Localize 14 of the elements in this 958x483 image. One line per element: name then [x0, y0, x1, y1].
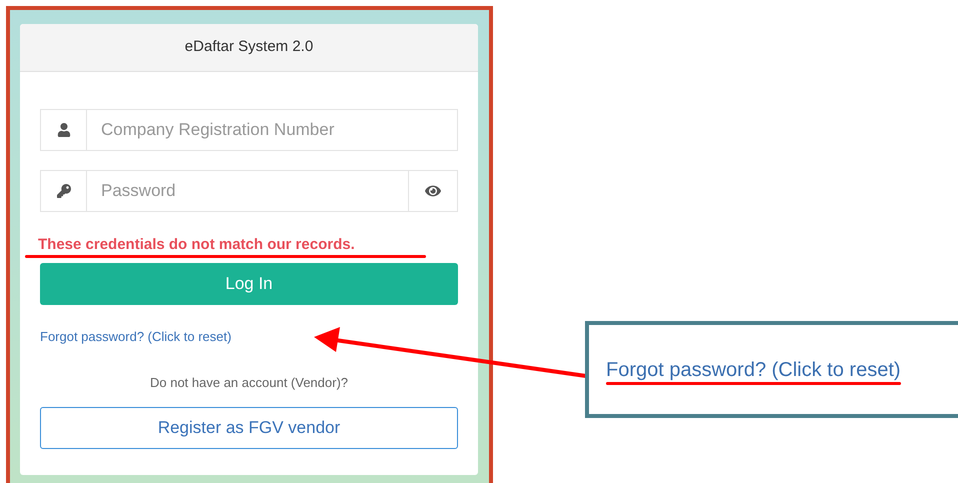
error-message: These credentials do not match our records. — [38, 235, 355, 255]
eye-icon — [425, 183, 441, 199]
key-icon — [56, 184, 70, 198]
registration-number-field[interactable]: Company Registration Number — [87, 110, 457, 150]
register-prompt: Do not have an account (Vendor)? — [150, 374, 348, 392]
forgot-password-link[interactable]: Forgot password? (Click to reset) — [606, 359, 901, 381]
password-field[interactable]: Password — [87, 171, 408, 211]
input-group[interactable]: Company Registration Number — [40, 109, 458, 151]
register-button[interactable]: Register as FGV vendor — [40, 406, 458, 448]
login-button[interactable]: Log In — [40, 263, 458, 305]
card-title: eDaftar System 2.0 — [184, 37, 314, 58]
forgot-password-link[interactable]: Forgot password? (Click to reset) — [40, 327, 232, 345]
input-group[interactable]: Password — [40, 170, 458, 212]
user-icon — [56, 123, 70, 137]
